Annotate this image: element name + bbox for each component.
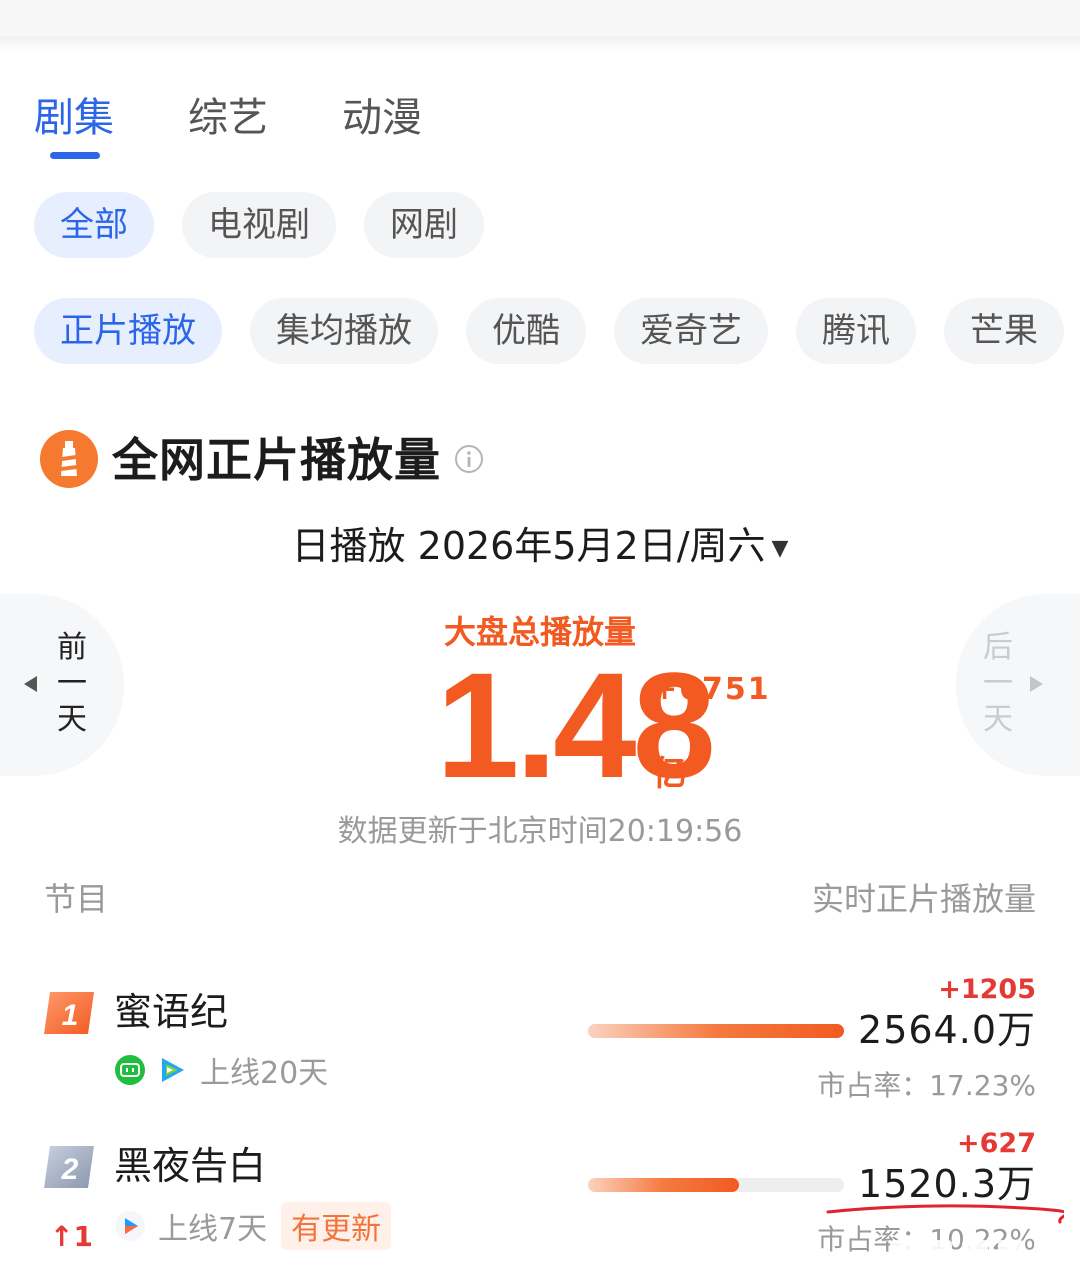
rank-trend: ↑1	[50, 1220, 93, 1253]
top-shadow	[0, 36, 1080, 52]
market-share: 市占率：17.23%	[817, 1069, 1036, 1102]
svg-text:1: 1	[62, 999, 79, 1032]
arrow-up-icon: ↑	[50, 1220, 74, 1253]
show-title[interactable]: 蜜语纪	[114, 986, 228, 1038]
tab-drama-label: 剧集	[34, 95, 114, 141]
filter-episode-play[interactable]: 正片播放	[34, 298, 222, 364]
show-meta: 上线7天 有更新	[114, 1202, 392, 1250]
play-delta: +627	[957, 1128, 1036, 1159]
lighthouse-icon	[40, 430, 98, 488]
filter-youku[interactable]: 优酷	[466, 298, 586, 364]
play-share-bar-fill	[588, 1178, 740, 1192]
filter-tv-drama[interactable]: 电视剧	[182, 192, 336, 258]
section-title: 全网正片播放量	[112, 433, 441, 487]
rank-trend-value: 1	[73, 1220, 93, 1253]
rank-1-badge: 1	[44, 992, 94, 1034]
date-value: 2026年5月2日/周六	[417, 524, 766, 568]
arrow-right-icon	[1030, 676, 1043, 692]
tab-drama[interactable]: 剧集	[34, 90, 114, 159]
filter-iqiyi[interactable]: 爱奇艺	[614, 298, 768, 364]
tab-variety-label: 综艺	[188, 95, 268, 141]
arrow-left-icon	[24, 676, 37, 692]
total-delta: +6751	[652, 672, 771, 707]
show-title[interactable]: 黑夜告白	[114, 1140, 266, 1192]
update-badge: 有更新	[281, 1202, 392, 1250]
tab-anime-label: 动漫	[342, 95, 422, 141]
online-days: 上线20天	[200, 1056, 329, 1091]
update-time: 数据更新于北京时间20:19:56	[337, 814, 743, 849]
play-share-bar-fill	[588, 1024, 844, 1038]
rank-2-badge: 2	[44, 1146, 94, 1188]
filter-mango[interactable]: 芒果	[944, 298, 1064, 364]
date-selector[interactable]: 日播放 2026年5月2日/周六 ▼	[0, 520, 1080, 575]
red-underline-annotation	[826, 1204, 1064, 1224]
play-share-bar	[588, 1024, 844, 1038]
watermark-overlay	[890, 1240, 1060, 1266]
filter-avg-per-episode[interactable]: 集均播放	[250, 298, 438, 364]
show-meta: 上线20天	[114, 1048, 328, 1092]
tencent-video-icon	[162, 1058, 184, 1082]
play-share-bar	[588, 1178, 844, 1192]
total-unit: 亿	[652, 754, 686, 794]
column-header-play-count[interactable]: 实时正片播放量	[812, 874, 1036, 920]
category-filter-row: 全部 电视剧 网剧	[34, 192, 484, 258]
date-prefix: 日播放	[291, 524, 406, 568]
main-tabs: 剧集 综艺 动漫	[34, 90, 422, 159]
play-count: 2564.0万	[858, 1008, 1036, 1052]
play-delta: +1205	[938, 974, 1036, 1005]
table-row[interactable]: 1 蜜语纪 上线20天 +1205 2564.0万 市占率：17.23%	[0, 974, 1080, 1132]
online-days: 上线7天	[158, 1212, 268, 1247]
column-header-program: 节目	[44, 880, 109, 918]
tab-anime[interactable]: 动漫	[342, 90, 422, 146]
active-tab-underline	[50, 152, 100, 159]
metric-filter-row: 正片播放 集均播放 优酷 爱奇艺 腾讯 芒果	[34, 298, 1064, 364]
top-strip	[0, 0, 1080, 36]
caret-down-icon: ▼	[771, 535, 789, 561]
tab-variety[interactable]: 综艺	[188, 90, 268, 146]
filter-tencent[interactable]: 腾讯	[796, 298, 916, 364]
filter-all[interactable]: 全部	[34, 192, 154, 258]
svg-text:2: 2	[61, 1153, 79, 1186]
filter-web-drama[interactable]: 网剧	[364, 192, 484, 258]
info-icon[interactable]	[454, 444, 484, 474]
youku-icon	[115, 1211, 145, 1241]
iqiyi-icon	[115, 1055, 145, 1085]
